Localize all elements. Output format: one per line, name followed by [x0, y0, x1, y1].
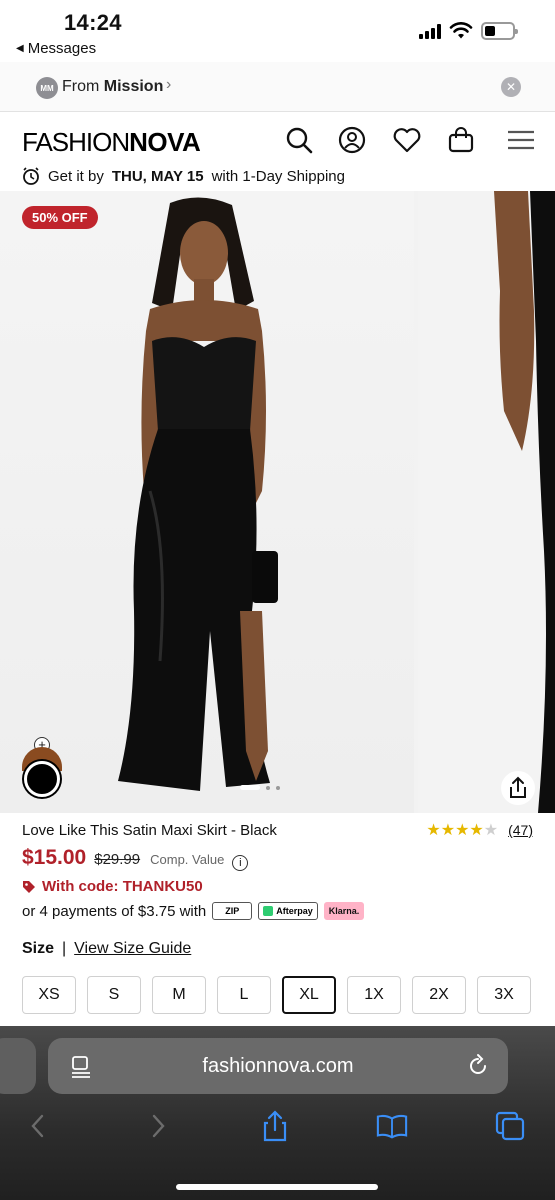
- status-bar: 14:24 ◀ Messages: [0, 0, 555, 62]
- star-filled-icon: ★: [426, 822, 441, 839]
- battery-icon: [481, 22, 518, 40]
- alarm-clock-icon: [23, 167, 39, 185]
- size-option-m[interactable]: M: [152, 976, 206, 1014]
- original-price: $29.99: [94, 851, 141, 868]
- bookmarks-icon[interactable]: [376, 1110, 408, 1142]
- menu-icon[interactable]: [506, 125, 536, 155]
- product-image-next[interactable]: [418, 191, 555, 813]
- size-guide-link[interactable]: View Size Guide: [74, 940, 191, 958]
- tabs-icon[interactable]: [494, 1110, 526, 1142]
- mission-banner[interactable]: MM From Mission › ✕: [0, 62, 555, 112]
- carousel-dot: [266, 785, 270, 790]
- size-options: XS S M L XL 1X 2X 3X: [22, 976, 531, 1014]
- product-gallery[interactable]: 50% OFF +: [0, 191, 555, 813]
- installment-text: or 4 payments of $3.75 with: [22, 902, 207, 920]
- size-option-xl[interactable]: XL: [282, 976, 336, 1014]
- star-empty-icon: ★: [483, 822, 499, 839]
- address-bar[interactable]: fashionnova.com: [48, 1038, 508, 1094]
- review-count-link[interactable]: (47): [508, 822, 533, 838]
- shipping-info: Get it by THU, MAY 15 with 1-Day Shippin…: [22, 165, 345, 187]
- chevron-right-icon: ›: [166, 76, 172, 93]
- mission-text: From Mission: [62, 78, 163, 96]
- shipping-suffix: with 1-Day Shipping: [211, 167, 345, 185]
- forward-chevron-icon[interactable]: [142, 1110, 174, 1142]
- logo-bold: NOVA: [129, 127, 201, 157]
- klarna-badge[interactable]: Klarna.: [323, 902, 365, 920]
- shipping-date: THU, MAY 15: [111, 167, 204, 185]
- promo-code-text: With code: THANKU50: [42, 878, 203, 895]
- previous-tab-pill[interactable]: [0, 1038, 36, 1094]
- carousel-dots: [240, 785, 280, 790]
- reload-icon[interactable]: [466, 1053, 490, 1079]
- product-title: Love Like This Satin Maxi Skirt - Black: [22, 822, 277, 839]
- afterpay-logo-icon: [263, 906, 274, 916]
- rating-stars: ★★★★★: [426, 820, 498, 840]
- product-rating[interactable]: ★★★★★ (47): [426, 820, 533, 840]
- cellular-signal-icon: [419, 23, 441, 39]
- account-icon[interactable]: [337, 125, 367, 155]
- back-chevron-icon[interactable]: [22, 1110, 54, 1142]
- afterpay-badge[interactable]: Afterpay: [258, 902, 318, 920]
- back-app-label: Messages: [27, 40, 97, 57]
- battery-fill: [485, 26, 495, 36]
- status-time: 14:24: [64, 10, 122, 35]
- mission-prefix: From: [62, 78, 100, 95]
- back-triangle-icon: ◀: [16, 43, 24, 54]
- carousel-dot-active: [240, 785, 260, 790]
- safari-nav-row: [0, 1100, 555, 1152]
- url-text: fashionnova.com: [202, 1055, 354, 1077]
- logo-light: FASHION: [22, 127, 130, 157]
- size-heading: Size | View Size Guide: [22, 940, 191, 958]
- discount-badge: 50% OFF: [22, 206, 98, 229]
- size-option-s[interactable]: S: [87, 976, 141, 1014]
- info-icon[interactable]: i: [232, 855, 249, 871]
- mission-source: Mission: [103, 78, 164, 95]
- carousel-dot: [276, 785, 280, 790]
- comp-value-label: Comp. Value: [150, 852, 225, 867]
- sale-price: $15.00: [22, 846, 87, 869]
- wishlist-heart-icon[interactable]: [392, 125, 422, 155]
- product-image-main[interactable]: 50% OFF +: [0, 191, 414, 813]
- price-row: $15.00 $29.99 Comp. Value i: [22, 846, 249, 871]
- size-option-l[interactable]: L: [217, 976, 271, 1014]
- model-figure-image-2: [494, 191, 555, 813]
- wifi-icon: [449, 22, 473, 39]
- star-filled-icon: ★: [455, 822, 470, 839]
- size-divider: |: [62, 940, 67, 957]
- share-sheet-icon[interactable]: [259, 1110, 291, 1142]
- home-indicator[interactable]: [176, 1184, 378, 1190]
- size-option-2x[interactable]: 2X: [412, 976, 466, 1014]
- zip-badge[interactable]: ZIP: [212, 902, 253, 920]
- close-icon[interactable]: ✕: [501, 77, 521, 97]
- status-icons: [419, 22, 518, 40]
- search-icon[interactable]: [284, 125, 314, 155]
- fashion-nova-logo[interactable]: FASHIONNOVA: [22, 127, 201, 158]
- shipping-prefix: Get it by: [48, 167, 104, 185]
- share-icon[interactable]: [501, 771, 535, 805]
- swatch-black-selected[interactable]: [24, 761, 60, 797]
- size-option-1x[interactable]: 1X: [347, 976, 401, 1014]
- promo-code: With code: THANKU50: [22, 878, 203, 895]
- star-filled-icon: ★: [440, 822, 456, 839]
- size-label: Size: [22, 940, 55, 957]
- price-tag-icon: [23, 880, 35, 893]
- size-option-xs[interactable]: XS: [22, 976, 76, 1014]
- star-filled-icon: ★: [469, 822, 484, 839]
- afterpay-label: Afterpay: [276, 906, 313, 916]
- mission-avatar: MM: [36, 77, 58, 99]
- shopping-bag-icon[interactable]: [446, 125, 476, 155]
- back-to-messages[interactable]: ◀ Messages: [16, 40, 96, 57]
- model-figure-image: [118, 197, 278, 791]
- installment-row: or 4 payments of $3.75 with ZIP Afterpay…: [22, 902, 365, 920]
- size-option-3x[interactable]: 3X: [477, 976, 531, 1014]
- site-header: FASHIONNOVA: [0, 113, 555, 165]
